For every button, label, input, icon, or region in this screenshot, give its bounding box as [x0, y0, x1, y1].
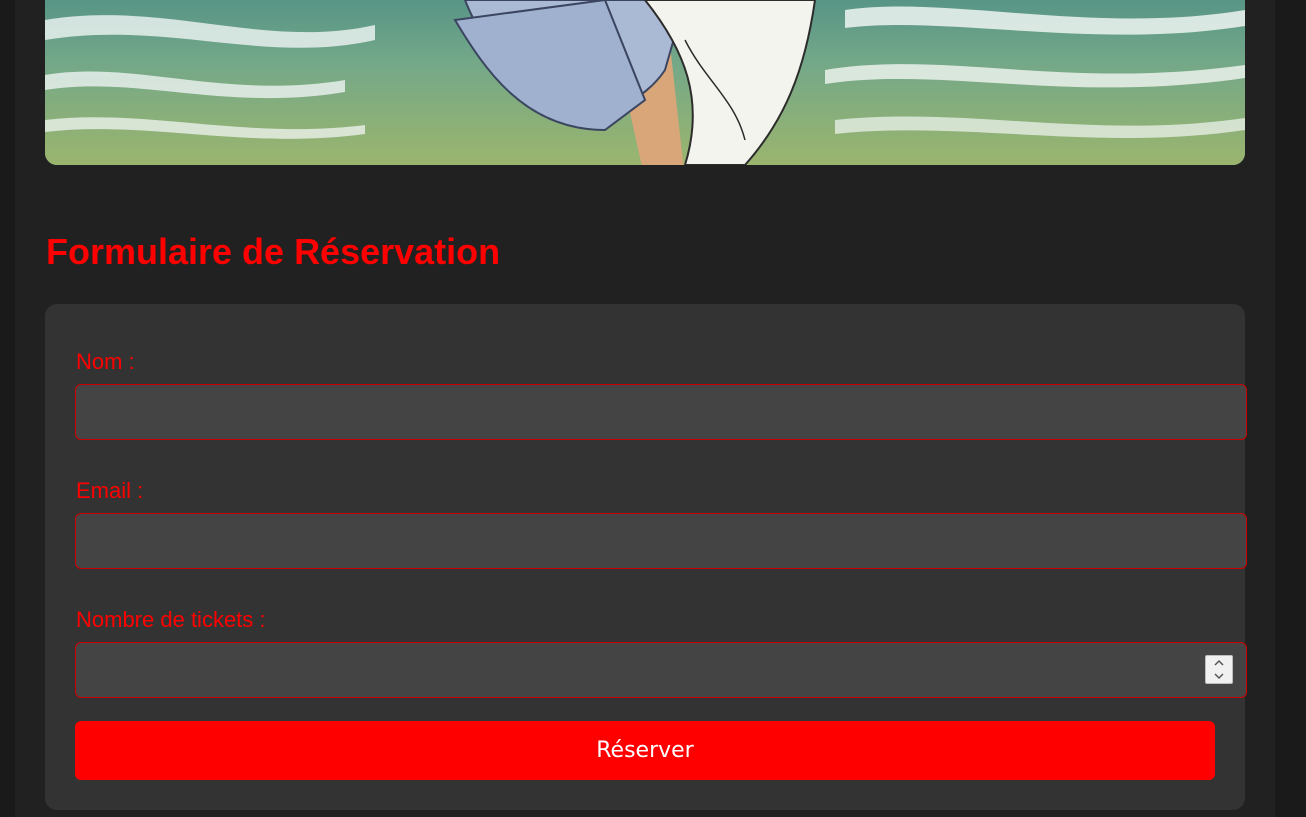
name-field[interactable]: [75, 384, 1247, 440]
reserve-button[interactable]: Réserver: [75, 721, 1215, 780]
tickets-label: Nombre de tickets :: [76, 607, 266, 632]
page-title: Formulaire de Réservation: [46, 231, 501, 272]
email-label: Email :: [76, 478, 144, 503]
email-field[interactable]: [75, 513, 1247, 569]
tickets-field-wrapper: [75, 642, 1247, 698]
reservation-form: Nom : Email : Nombre de tickets : Réserv…: [45, 304, 1247, 810]
chevron-down-icon[interactable]: [1206, 670, 1232, 684]
tickets-field[interactable]: [75, 642, 1247, 698]
beach-illustration: [45, 0, 1245, 165]
name-label: Nom :: [76, 349, 135, 374]
page-container: Formulaire de Réservation Nom : Email : …: [15, 0, 1275, 817]
quantity-stepper[interactable]: [1205, 655, 1233, 684]
hero-banner-image: [45, 0, 1245, 165]
chevron-up-icon[interactable]: [1206, 656, 1232, 670]
